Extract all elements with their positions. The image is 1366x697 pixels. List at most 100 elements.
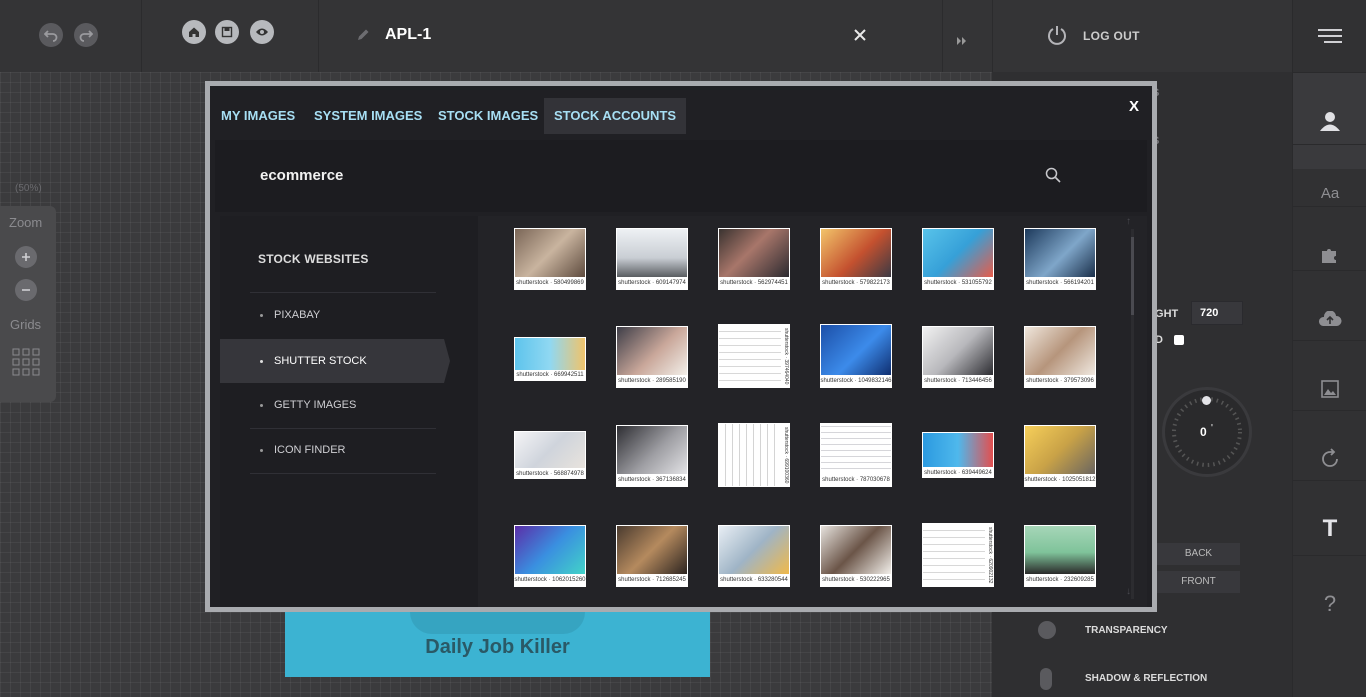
stock-image-thumbnail[interactable]: shutterstock · 620902132 <box>922 523 994 587</box>
height-input[interactable]: 720 <box>1191 301 1243 325</box>
grid-toggle-icon[interactable] <box>12 348 41 382</box>
stock-image-thumbnail[interactable]: shutterstock · 289585190 <box>616 326 688 388</box>
zoom-out-button[interactable] <box>15 279 37 301</box>
stock-image-thumbnail[interactable]: shutterstock · 580499869 <box>514 228 586 290</box>
zoom-in-button[interactable] <box>15 246 37 268</box>
close-icon[interactable] <box>853 28 867 47</box>
thumbnail-image <box>515 526 585 574</box>
fast-forward-icon[interactable] <box>957 32 967 50</box>
tab-system-images[interactable]: SYSTEM IMAGES <box>304 98 432 134</box>
thumbnail-image <box>515 338 585 370</box>
nav-item-label: ICON FINDER <box>274 444 346 456</box>
stock-image-thumbnail[interactable]: shutterstock · 232609285 <box>1024 525 1096 587</box>
dial-handle[interactable] <box>1202 396 1211 405</box>
image-id: shutterstock · 232609285 <box>1026 577 1094 583</box>
stock-image-thumbnail[interactable]: shutterstock · 1025051812 <box>1024 425 1096 487</box>
stock-image-thumbnail[interactable]: shutterstock · 397464040 <box>718 324 790 388</box>
stock-image-thumbnail[interactable]: shutterstock · 568874978 <box>514 431 586 479</box>
nav-item-pixabay[interactable]: PIXABAY <box>220 293 436 337</box>
tab-stock-accounts[interactable]: STOCK ACCOUNTS <box>544 98 687 134</box>
preview-eye-icon[interactable] <box>250 20 274 44</box>
image-id: shutterstock · 580499869 <box>516 280 584 286</box>
thumbnail-image <box>719 325 781 387</box>
thumbnail-image <box>1025 327 1095 375</box>
bring-front-label: FRONT <box>1181 576 1216 587</box>
stock-image-thumbnail[interactable]: shutterstock · 713446456 <box>922 326 994 388</box>
stock-image-thumbnail[interactable]: shutterstock · 530222965 <box>820 525 892 587</box>
image-id: shutterstock · 669942511 <box>516 372 584 378</box>
stock-image-thumbnail[interactable]: shutterstock · 566194201 <box>1024 228 1096 290</box>
image-id: shutterstock · 566194201 <box>1026 280 1094 286</box>
toolbar-divider <box>942 0 943 72</box>
zoom-percent: (50%) <box>15 183 42 194</box>
thumbnail-image <box>923 327 993 375</box>
search-bar: ecommerce <box>215 140 1147 212</box>
scroll-down-icon[interactable]: ↓ <box>1126 586 1131 597</box>
power-icon[interactable] <box>1046 24 1068 51</box>
thumbnail-image <box>617 426 687 474</box>
document-title[interactable]: APL-1 <box>385 26 431 44</box>
stock-image-thumbnail[interactable]: shutterstock · 1049832146 <box>820 324 892 388</box>
stock-image-thumbnail[interactable]: shutterstock · 1062015260 <box>514 525 586 587</box>
nav-item-shutterstock[interactable]: SHUTTER STOCK <box>220 339 450 383</box>
scroll-up-icon[interactable]: ↑ <box>1126 216 1131 227</box>
banner-text[interactable]: Daily Job Killer <box>285 636 710 659</box>
transparency-icon <box>1038 621 1056 639</box>
menu-icon[interactable] <box>1293 0 1366 72</box>
nav-item-iconfinder[interactable]: ICON FINDER <box>220 428 436 472</box>
logout-button[interactable]: LOG OUT <box>1083 29 1140 43</box>
modal-close-button[interactable]: X <box>1129 98 1139 115</box>
stock-image-thumbnail[interactable]: shutterstock · 787030678 <box>820 423 892 487</box>
redo-icon[interactable] <box>74 23 98 47</box>
bring-front-button[interactable]: FRONT <box>1157 571 1240 593</box>
send-back-label: BACK <box>1184 548 1213 559</box>
image-id: shutterstock · 1025051812 <box>1024 477 1096 483</box>
help-tool[interactable]: ? <box>1293 555 1366 652</box>
minus-icon <box>22 289 30 291</box>
image-id: shutterstock · 379573096 <box>1026 378 1094 384</box>
stock-image-thumbnail[interactable]: shutterstock · 579822173 <box>820 228 892 290</box>
thumbnail-image <box>821 526 891 574</box>
stock-image-thumbnail[interactable]: shutterstock · 633280544 <box>718 525 790 587</box>
toolbar-divider <box>318 0 319 72</box>
text-tool-icon: T <box>1322 515 1338 542</box>
stock-image-thumbnail[interactable]: shutterstock · 562974451 <box>718 228 790 290</box>
image-id: shutterstock · 568874978 <box>516 471 584 477</box>
image-id: shutterstock · 609147974 <box>618 280 686 286</box>
image-results-grid: shutterstock · 580499869 shutterstock · … <box>478 216 1147 607</box>
thumbnail-image <box>515 229 585 277</box>
home-icon[interactable] <box>182 20 206 44</box>
image-id: shutterstock · 699100360 <box>783 426 789 484</box>
modal-body: MY IMAGES SYSTEM IMAGES STOCK IMAGES STO… <box>210 86 1152 607</box>
save-icon[interactable] <box>215 20 239 44</box>
results-scrollbar[interactable] <box>1131 229 1134 599</box>
checkbox[interactable] <box>1174 335 1184 345</box>
right-toolbar: Aa T ? <box>1292 0 1366 697</box>
stock-image-thumbnail[interactable]: shutterstock · 699100360 <box>718 423 790 487</box>
shadow-option[interactable]: SHADOW & REFLECTION <box>1085 673 1207 684</box>
tab-stock-images[interactable]: STOCK IMAGES <box>428 98 548 134</box>
tab-my-images[interactable]: MY IMAGES <box>211 98 305 134</box>
transparency-option[interactable]: TRANSPARENCY <box>1085 625 1168 636</box>
pencil-icon[interactable] <box>356 28 370 47</box>
undo-icon[interactable] <box>39 23 63 47</box>
search-input[interactable]: ecommerce <box>260 167 343 184</box>
image-id: shutterstock · 367136834 <box>618 477 686 483</box>
canvas-banner[interactable]: Daily Job Killer <box>285 612 710 677</box>
image-library-modal: MY IMAGES SYSTEM IMAGES STOCK IMAGES STO… <box>205 81 1157 612</box>
send-back-button[interactable]: BACK <box>1157 543 1240 565</box>
stock-image-thumbnail[interactable]: shutterstock · 367136834 <box>616 425 688 487</box>
nav-title: STOCK WEBSITES <box>258 252 369 266</box>
stock-image-thumbnail[interactable]: shutterstock · 712685245 <box>616 525 688 587</box>
stock-image-thumbnail[interactable]: shutterstock · 531055792 <box>922 228 994 290</box>
thumbnail-image <box>1025 526 1095 574</box>
thumbnail-image <box>923 433 993 467</box>
stock-image-thumbnail[interactable]: shutterstock · 669942511 <box>514 337 586 381</box>
stock-image-thumbnail[interactable]: shutterstock · 379573096 <box>1024 326 1096 388</box>
nav-item-getty[interactable]: GETTY IMAGES <box>220 383 436 427</box>
scrollbar-thumb[interactable] <box>1131 237 1134 315</box>
stock-image-thumbnail[interactable]: shutterstock · 609147974 <box>616 228 688 290</box>
rotation-dial[interactable]: 0 ' <box>1165 390 1249 474</box>
search-icon[interactable] <box>1045 167 1061 188</box>
stock-image-thumbnail[interactable]: shutterstock · 639449624 <box>922 432 994 478</box>
